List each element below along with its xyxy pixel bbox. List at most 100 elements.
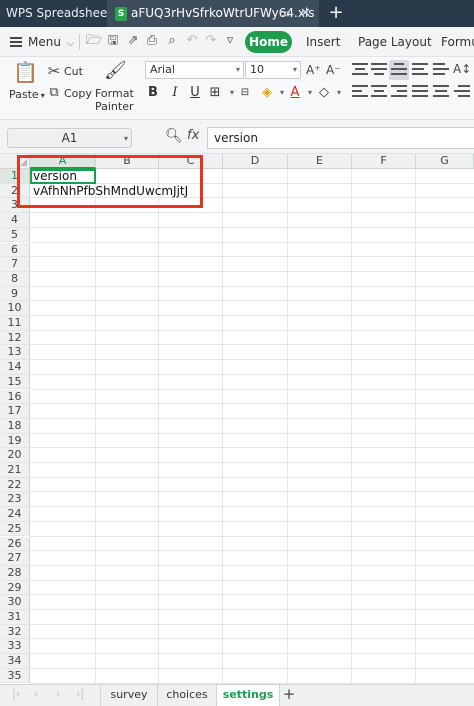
- copy-button[interactable]: Copy: [64, 87, 92, 100]
- row-header-33[interactable]: 33: [0, 639, 30, 655]
- save-icon[interactable]: 🖫: [105, 33, 121, 49]
- row-header-14[interactable]: 14: [0, 360, 30, 375]
- row-header-21[interactable]: 21: [0, 463, 30, 478]
- orientation-icon[interactable]: [433, 63, 449, 77]
- row-header-10[interactable]: 10: [0, 301, 30, 316]
- print-preview-icon[interactable]: ⌕: [164, 33, 180, 49]
- export-icon[interactable]: ⇗: [125, 33, 141, 49]
- fx-icon[interactable]: fx: [187, 128, 199, 143]
- row-header-20[interactable]: 20: [0, 448, 30, 463]
- row-header-25[interactable]: 25: [0, 521, 30, 537]
- paste-icon[interactable]: 📋: [13, 61, 38, 83]
- underline-icon[interactable]: U: [187, 84, 203, 102]
- sheet-tab-choices[interactable]: choices: [158, 685, 217, 706]
- open-folder-icon[interactable]: 🗁: [86, 33, 102, 49]
- redo-icon[interactable]: ↷: [203, 33, 219, 49]
- new-tab-button[interactable]: +: [326, 0, 346, 27]
- first-sheet-icon[interactable]: |‹: [12, 687, 20, 700]
- row-header-26[interactable]: 26: [0, 536, 30, 552]
- text-direction-icon[interactable]: A↕: [453, 61, 471, 77]
- decrease-font-icon[interactable]: A⁻: [326, 62, 341, 78]
- align-center-icon[interactable]: [371, 85, 387, 99]
- indent-icon[interactable]: [454, 85, 470, 99]
- row-header-28[interactable]: 28: [0, 565, 30, 581]
- clear-format-icon[interactable]: ◇: [316, 84, 332, 102]
- row-header-27[interactable]: 27: [0, 551, 30, 566]
- row-header-13[interactable]: 13: [0, 345, 30, 361]
- tab-page-layout[interactable]: Page Layout: [358, 32, 432, 52]
- fill-color-icon[interactable]: ◈: [259, 84, 275, 102]
- row-header-6[interactable]: 6: [0, 242, 30, 258]
- sheet-tab-survey[interactable]: survey: [100, 685, 158, 706]
- tab-insert[interactable]: Insert: [306, 32, 340, 52]
- align-bottom-icon[interactable]: [391, 63, 407, 77]
- column-header-f[interactable]: F: [352, 154, 416, 169]
- row-header-22[interactable]: 22: [0, 477, 30, 493]
- undo-icon[interactable]: ↶: [184, 33, 200, 49]
- row-header-4[interactable]: 4: [0, 213, 30, 228]
- row-header-16[interactable]: 16: [0, 389, 30, 405]
- bold-icon[interactable]: B: [145, 84, 161, 102]
- tab-formulas[interactable]: Formul: [441, 32, 474, 52]
- row-header-35[interactable]: 35: [0, 668, 30, 684]
- cut-icon[interactable]: ✂: [46, 63, 62, 79]
- merge-cells-icon[interactable]: ⊟: [237, 84, 253, 102]
- italic-icon[interactable]: I: [167, 84, 183, 102]
- distributed-icon[interactable]: [433, 85, 449, 99]
- row-header-19[interactable]: 19: [0, 433, 30, 449]
- increase-font-icon[interactable]: A⁺: [306, 62, 321, 78]
- last-sheet-icon[interactable]: ›|: [76, 687, 84, 700]
- row-header-32[interactable]: 32: [0, 624, 30, 640]
- align-middle-icon[interactable]: [371, 63, 387, 77]
- wrap-text-icon[interactable]: [412, 63, 428, 77]
- format-painter-line2[interactable]: Painter: [95, 100, 134, 113]
- align-top-icon[interactable]: [352, 63, 368, 77]
- font-name-select[interactable]: Arial ▾: [145, 61, 244, 79]
- row-header-5[interactable]: 5: [0, 227, 30, 243]
- column-header-e[interactable]: E: [288, 154, 352, 169]
- align-left-icon[interactable]: [352, 85, 368, 99]
- sheet-tab-settings[interactable]: settings: [217, 685, 280, 706]
- align-right-icon[interactable]: [391, 85, 407, 99]
- row-header-17[interactable]: 17: [0, 404, 30, 419]
- row-header-11[interactable]: 11: [0, 316, 30, 331]
- font-size-select[interactable]: 10 ▾: [245, 61, 301, 79]
- tab-home[interactable]: Home: [245, 31, 292, 53]
- row-header-29[interactable]: 29: [0, 580, 30, 596]
- row-header-34[interactable]: 34: [0, 654, 30, 669]
- print-icon[interactable]: ⎙: [144, 33, 160, 49]
- row-header-30[interactable]: 30: [0, 595, 30, 610]
- chevron-down-icon[interactable]: ▾: [331, 84, 347, 102]
- spreadsheet-grid[interactable]: A B C D E F G 1 2 3 4 5 6 7 8 9 10 11 12 13 14 15 16 17 18 19 20 21…: [0, 154, 474, 684]
- justify-icon[interactable]: [412, 85, 428, 99]
- row-header-31[interactable]: 31: [0, 610, 30, 625]
- cut-button[interactable]: Cut: [64, 65, 83, 78]
- font-color-icon[interactable]: A: [287, 84, 303, 102]
- column-header-g[interactable]: G: [416, 154, 474, 169]
- app-tab[interactable]: WPS Spreadsheets: [0, 0, 118, 27]
- formula-input[interactable]: version: [207, 127, 474, 149]
- column-header-d[interactable]: D: [223, 154, 288, 169]
- name-box[interactable]: A1 ▾: [7, 128, 132, 148]
- borders-icon[interactable]: ⊞: [207, 84, 223, 102]
- prev-sheet-icon[interactable]: ‹: [34, 687, 38, 700]
- monitor-icon[interactable]: ▭: [279, 0, 290, 27]
- row-header-15[interactable]: 15: [0, 374, 30, 390]
- copy-icon[interactable]: ⧉: [46, 85, 62, 101]
- main-menu-button[interactable]: Menu ⌵: [10, 32, 74, 52]
- add-sheet-button[interactable]: +: [281, 685, 297, 706]
- row-header-18[interactable]: 18: [0, 418, 30, 434]
- row-header-12[interactable]: 12: [0, 330, 30, 346]
- row-header-8[interactable]: 8: [0, 271, 30, 287]
- close-icon[interactable]: ✕: [300, 0, 311, 27]
- paste-button[interactable]: Paste ▾: [9, 88, 45, 101]
- row-header-24[interactable]: 24: [0, 507, 30, 522]
- customize-dropdown-icon[interactable]: ▿: [222, 33, 238, 49]
- row-header-7[interactable]: 7: [0, 257, 30, 272]
- magnifier-icon[interactable]: 🔍︎: [165, 128, 183, 144]
- format-painter-icon[interactable]: 🖌: [104, 61, 127, 81]
- file-tab[interactable]: S aFUQ3rHvSfrkoWtrUFWy64.xls ▭ ✕: [107, 0, 319, 27]
- next-sheet-icon[interactable]: ›: [56, 687, 60, 700]
- format-painter-line1[interactable]: Format: [95, 87, 134, 100]
- row-header-23[interactable]: 23: [0, 492, 30, 508]
